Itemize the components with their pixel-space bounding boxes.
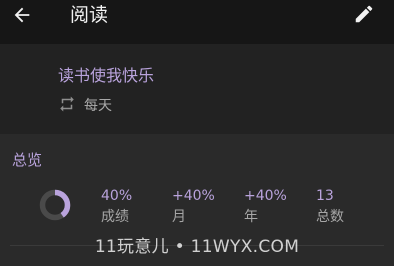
stat-score-label: 成绩 bbox=[101, 209, 129, 225]
app-bar: 阅读 bbox=[0, 0, 394, 44]
stat-score: 40% 成绩 bbox=[101, 186, 132, 227]
stat-year-label: 年 bbox=[244, 209, 258, 225]
pencil-icon bbox=[355, 5, 373, 23]
page-title: 阅读 bbox=[70, 4, 109, 26]
watermark: 11玩意儿 • 11WYX.COM bbox=[94, 237, 300, 257]
habit-header: 读书使我快乐 每天 bbox=[0, 44, 394, 134]
stat-total-value: 13 bbox=[316, 188, 334, 204]
stat-total: 13 总数 bbox=[316, 186, 344, 227]
overview-title: 总览 bbox=[12, 151, 43, 169]
habit-name: 读书使我快乐 bbox=[58, 66, 155, 85]
stat-total-label: 总数 bbox=[316, 209, 344, 225]
stat-score-value: 40% bbox=[101, 188, 133, 204]
repeat-icon bbox=[60, 96, 74, 112]
back-button[interactable] bbox=[8, 0, 36, 30]
score-ring bbox=[39, 189, 71, 221]
arrow-back-icon bbox=[14, 7, 30, 23]
stat-year: +40% 年 bbox=[244, 186, 287, 227]
stat-month: +40% 月 bbox=[172, 186, 215, 227]
edit-button[interactable] bbox=[350, 0, 378, 28]
stat-year-value: +40% bbox=[244, 188, 287, 204]
frequency-label: 每天 bbox=[84, 98, 112, 114]
stat-month-value: +40% bbox=[172, 188, 215, 204]
stat-month-label: 月 bbox=[172, 209, 186, 225]
